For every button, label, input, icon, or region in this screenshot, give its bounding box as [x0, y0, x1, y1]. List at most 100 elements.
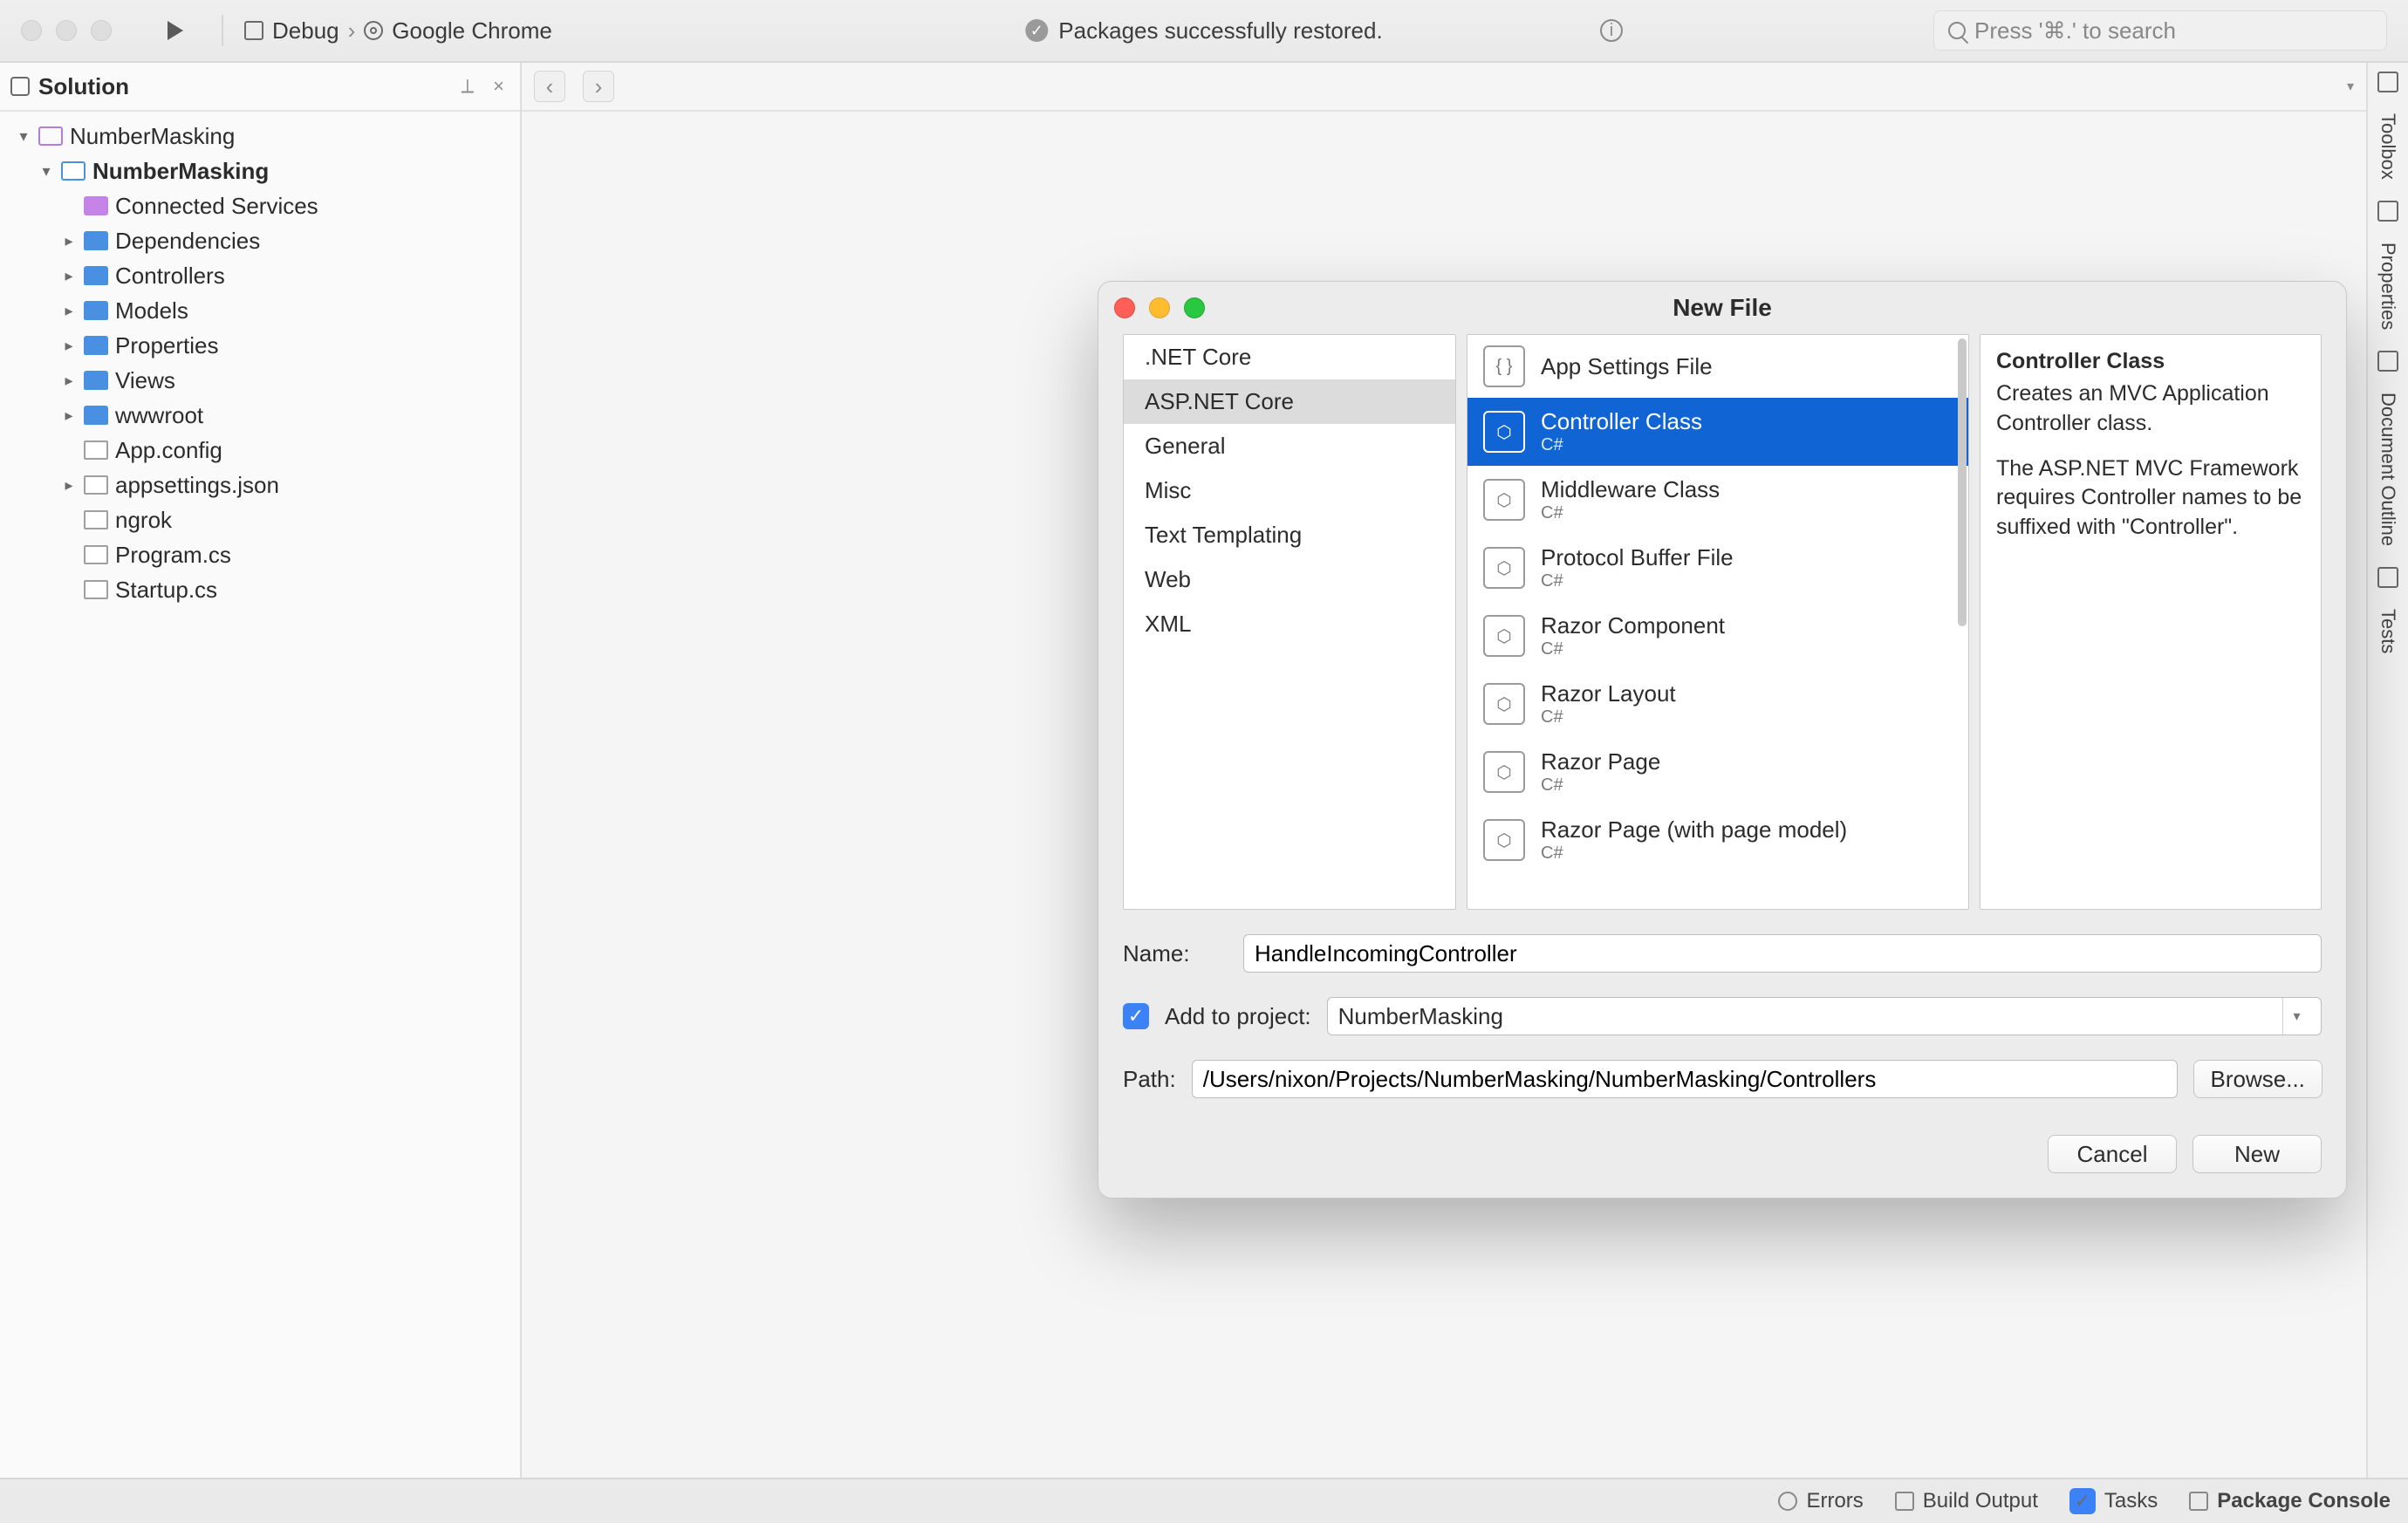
new-button[interactable]: New	[2193, 1135, 2322, 1173]
category-item[interactable]: General	[1124, 424, 1455, 468]
tree-item[interactable]: ▸wwwroot	[0, 398, 520, 433]
tree-item[interactable]: ▸ Models	[0, 293, 520, 328]
template-lang: C#	[1541, 435, 1702, 455]
template-item[interactable]: ⬡Protocol Buffer FileC#	[1467, 534, 1968, 602]
category-item[interactable]: ASP.NET Core	[1124, 379, 1455, 424]
category-item[interactable]: XML	[1124, 602, 1455, 646]
right-rail: Toolbox Properties Document Outline Tests	[2366, 63, 2408, 1478]
category-item[interactable]: .NET Core	[1124, 335, 1455, 379]
path-label: Path:	[1123, 1066, 1176, 1093]
template-name: Razor Page	[1541, 748, 1660, 775]
tree-item[interactable]: ▸Views	[0, 363, 520, 398]
solution-tree[interactable]: ▾ NumberMasking ▾ NumberMasking Connecte…	[0, 112, 520, 614]
tree-item[interactable]: ▸ Properties	[0, 328, 520, 363]
template-item[interactable]: ⬡Controller ClassC#	[1467, 398, 1968, 466]
tree-item[interactable]: Program.cs	[0, 537, 520, 572]
error-icon	[1778, 1492, 1797, 1511]
add-to-project-checkbox[interactable]: ✓	[1123, 1003, 1149, 1029]
path-input[interactable]	[1192, 1060, 2178, 1098]
dialog-backdrop: New File .NET CoreASP.NET CoreGeneralMis…	[522, 63, 2366, 1478]
tree-item[interactable]: App.config	[0, 433, 520, 468]
tree-item[interactable]: Startup.cs	[0, 572, 520, 607]
minimize-window-icon[interactable]	[56, 20, 77, 41]
run-configuration[interactable]: Debug › Google Chrome	[244, 17, 552, 44]
category-item[interactable]: Web	[1124, 557, 1455, 602]
category-list[interactable]: .NET CoreASP.NET CoreGeneralMiscText Tem…	[1123, 334, 1456, 910]
rail-item[interactable]: Toolbox	[2377, 108, 2399, 185]
tasks-status[interactable]: ✓Tasks	[2069, 1488, 2158, 1514]
cancel-button[interactable]: Cancel	[2048, 1135, 2177, 1173]
success-check-icon: ✓	[1025, 19, 1048, 42]
sidebar-title: Solution	[38, 73, 447, 100]
close-panel-icon[interactable]: ×	[488, 75, 510, 98]
chevron-down-icon[interactable]: ▾	[38, 162, 54, 181]
template-icon: ⬡	[1483, 819, 1525, 861]
solution-node[interactable]: ▾ NumberMasking	[0, 119, 520, 154]
search-icon	[1948, 22, 1966, 39]
chevron-icon[interactable]: ▸	[61, 337, 77, 355]
template-lang: C#	[1541, 707, 1676, 727]
zoom-window-icon[interactable]	[91, 20, 112, 41]
chevron-icon[interactable]: ▸	[61, 267, 77, 285]
dialog-zoom-icon[interactable]	[1184, 297, 1205, 318]
chevron-icon[interactable]: ▸	[61, 232, 77, 250]
template-icon: { }	[1483, 345, 1525, 387]
tree-item[interactable]: ▸Dependencies	[0, 223, 520, 258]
tree-item-label: Properties	[115, 332, 219, 359]
solution-folder-icon	[38, 126, 63, 146]
run-button-icon[interactable]	[168, 21, 183, 40]
template-list[interactable]: { }App Settings File⬡Controller ClassC#⬡…	[1467, 334, 1969, 910]
template-name: Razor Page (with page model)	[1541, 816, 1847, 843]
tree-item-label: appsettings.json	[115, 472, 279, 499]
template-item[interactable]: ⬡Razor LayoutC#	[1467, 670, 1968, 738]
chevron-icon[interactable]: ▸	[61, 406, 77, 425]
rail-item[interactable]: Properties	[2377, 237, 2399, 335]
solution-icon	[10, 77, 30, 96]
template-name: Middleware Class	[1541, 476, 1720, 503]
scrollbar-thumb[interactable]	[1958, 338, 1967, 626]
template-lang: C#	[1541, 503, 1720, 523]
tree-item-label: ngrok	[115, 507, 172, 534]
config-debug-label: Debug	[272, 17, 339, 44]
dialog-close-icon[interactable]	[1114, 297, 1135, 318]
project-select[interactable]: NumberMasking ▾	[1327, 997, 2322, 1035]
chevron-icon[interactable]: ▸	[61, 476, 77, 495]
tree-item-label: Models	[115, 297, 188, 324]
status-text: Packages successfully restored.	[1058, 17, 1382, 44]
chevron-down-icon: ▾	[2282, 998, 2310, 1035]
tree-item[interactable]: ngrok	[0, 502, 520, 537]
help-icon[interactable]: i	[1600, 19, 1623, 42]
build-output-status[interactable]: Build Output	[1895, 1489, 2038, 1513]
chevron-down-icon[interactable]: ▾	[16, 127, 31, 146]
pin-icon[interactable]: ⟂	[455, 75, 479, 98]
close-window-icon[interactable]	[21, 20, 42, 41]
template-name: App Settings File	[1541, 353, 1713, 380]
tree-item-label: Startup.cs	[115, 577, 217, 604]
chevron-icon[interactable]: ▸	[61, 302, 77, 320]
template-item[interactable]: { } App Settings File	[1467, 335, 1968, 398]
project-node[interactable]: ▾ NumberMasking	[0, 154, 520, 188]
browse-button[interactable]: Browse...	[2193, 1060, 2322, 1098]
template-item[interactable]: ⬡Razor Page (with page model)C#	[1467, 806, 1968, 874]
rail-item[interactable]: Tests	[2377, 604, 2399, 659]
project-name: NumberMasking	[92, 158, 269, 185]
global-search[interactable]: Press '⌘.' to search	[1933, 10, 2387, 51]
tree-item[interactable]: ▸Controllers	[0, 258, 520, 293]
category-item[interactable]: Text Templating	[1124, 513, 1455, 557]
rail-item[interactable]: Document Outline	[2377, 387, 2399, 551]
category-item[interactable]: Misc	[1124, 468, 1455, 513]
add-to-project-label: Add to project:	[1165, 1003, 1311, 1030]
fold-icon	[84, 336, 108, 355]
project-select-value: NumberMasking	[1338, 1003, 1503, 1030]
name-input[interactable]	[1243, 934, 2322, 973]
package-console-status[interactable]: Package Console	[2189, 1489, 2391, 1513]
template-item[interactable]: ⬡Middleware ClassC#	[1467, 466, 1968, 534]
tree-item[interactable]: ▸ appsettings.json	[0, 468, 520, 502]
template-item[interactable]: ⬡Razor PageC#	[1467, 738, 1968, 806]
template-item[interactable]: ⬡Razor ComponentC#	[1467, 602, 1968, 670]
chevron-icon[interactable]: ▸	[61, 372, 77, 390]
dialog-minimize-icon[interactable]	[1149, 297, 1170, 318]
errors-status[interactable]: Errors	[1778, 1489, 1863, 1513]
tree-item[interactable]: Connected Services	[0, 188, 520, 223]
template-lang: C#	[1541, 639, 1725, 659]
